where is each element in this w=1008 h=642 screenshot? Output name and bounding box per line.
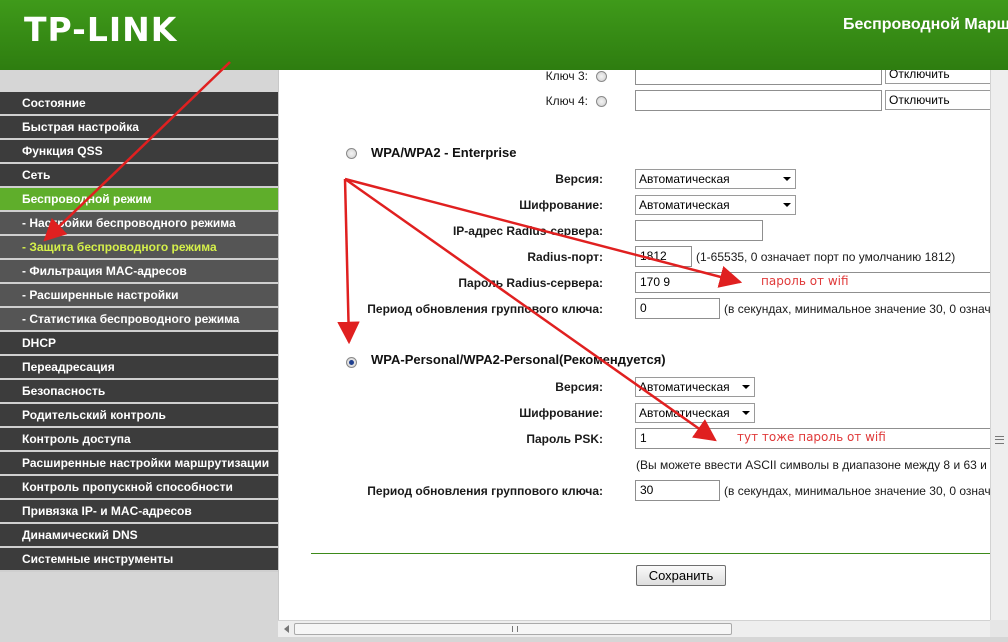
sidebar-item[interactable]: Сеть [0,164,278,188]
section-divider [311,553,990,554]
enterprise-group-key-label: Период обновления группового ключа: [367,302,603,316]
personal-version-label: Версия: [555,380,603,394]
scroll-left-icon[interactable] [284,625,289,633]
psk-label: Пароль PSK: [526,432,603,446]
personal-encryption-label: Шифрование: [519,406,603,420]
horizontal-scrollbar[interactable] [278,620,990,637]
save-button[interactable]: Сохранить [636,565,726,586]
radius-port-input[interactable]: 1812 [635,246,692,267]
enterprise-encryption-label: Шифрование: [519,198,603,212]
key3-input[interactable] [635,70,882,85]
enterprise-encryption-select[interactable]: Автоматическая [635,195,796,215]
key3-type-select[interactable]: Отключить [885,70,990,84]
sidebar-item[interactable]: Привязка IP- и MAC-адресов [0,500,278,524]
radius-ip-label: IP-адрес Radius-сервера: [452,224,603,238]
sidebar-item[interactable]: - Защита беспроводного режима [0,236,278,260]
key3-radio[interactable] [596,71,607,82]
enterprise-group-key-input[interactable]: 0 [635,298,720,319]
key3-label: Ключ 3: [545,70,588,83]
radius-ip-input[interactable] [635,220,763,241]
key4-radio[interactable] [596,96,607,107]
tp-link-logo: TP-LINK [24,10,178,49]
personal-group-key-input[interactable]: 30 [635,480,720,501]
vertical-scrollbar[interactable] [990,70,1008,620]
enterprise-title: WPA/WPA2 - Enterprise [371,145,517,160]
enterprise-version-select[interactable]: Автоматическая [635,169,796,189]
header-title: Беспроводной Марш [843,16,1008,33]
header-bar: TP-LINK Беспроводной Марш [0,0,1008,70]
chevron-down-icon [783,203,791,207]
sidebar-item[interactable]: - Настройки беспроводного режима [0,212,278,236]
enterprise-group-key-hint: (в секундах, минимальное значение 30, 0 … [724,302,990,316]
radius-port-hint: (1-65535, 0 означает порт по умолчанию 1… [696,250,956,264]
sidebar-nav: Состояние Быстрая настройка Функция QSS Сет… [0,92,278,572]
chevron-down-icon [742,385,750,389]
radius-password-label: Пароль Radius-сервера: [458,276,603,290]
sidebar-item[interactable]: Беспроводной режим [0,188,278,212]
chevron-down-icon [742,411,750,415]
sidebar-item[interactable]: Динамический DNS [0,524,278,548]
sidebar-item[interactable]: Контроль пропускной способности [0,476,278,500]
sidebar-item[interactable]: Быстрая настройка [0,116,278,140]
personal-group-key-hint: (в секундах, минимальное значение 30, 0 … [724,484,990,498]
chevron-down-icon [783,177,791,181]
annotation-also-wifi-password: тут тоже пароль от wifi [737,430,886,444]
main-content: Ключ 3: Отключить Ключ 4: Отключить WPA/… [278,70,990,620]
horizontal-scroll-thumb[interactable] [294,623,732,635]
sidebar-item[interactable]: Системные инструменты [0,548,278,572]
scrollbar-corner [990,620,1008,637]
key4-input[interactable] [635,90,882,111]
sidebar-item[interactable]: Состояние [0,92,278,116]
personal-group-key-label: Период обновления группового ключа: [367,484,603,498]
personal-version-select[interactable]: Автоматическая [635,377,755,397]
sidebar-bottom-fill [0,572,278,642]
personal-radio[interactable] [346,357,357,368]
sidebar-item[interactable]: - Расширенные настройки [0,284,278,308]
personal-encryption-select[interactable]: Автоматическая [635,403,755,423]
key4-type-select[interactable]: Отключить [885,90,990,110]
enterprise-version-label: Версия: [555,172,603,186]
scroll-grip-icon [995,436,1004,444]
annotation-wifi-password: пароль от wifi [761,274,849,288]
sidebar-item[interactable]: Расширенные настройки маршрутизации [0,452,278,476]
key4-label: Ключ 4: [545,94,588,108]
sidebar-top-gap [0,70,278,92]
sidebar-item[interactable]: Родительский контроль [0,404,278,428]
sidebar-item[interactable]: Безопасность [0,380,278,404]
personal-title: WPA-Personal/WPA2-Personal(Рекомендуется… [371,352,666,367]
psk-hint: (Вы можете ввести ASCII символы в диапаз… [636,458,987,472]
sidebar-item[interactable]: Функция QSS [0,140,278,164]
bottom-strip [0,637,1008,642]
scroll-grip-icon [512,626,518,632]
sidebar-item[interactable]: Переадресация [0,356,278,380]
sidebar-item[interactable]: DHCP [0,332,278,356]
sidebar-item[interactable]: - Фильтрация MAC-адресов [0,260,278,284]
radius-port-label: Radius-порт: [527,250,603,264]
sidebar-item[interactable]: Контроль доступа [0,428,278,452]
sidebar-item[interactable]: - Статистика беспроводного режима [0,308,278,332]
enterprise-radio[interactable] [346,148,357,159]
